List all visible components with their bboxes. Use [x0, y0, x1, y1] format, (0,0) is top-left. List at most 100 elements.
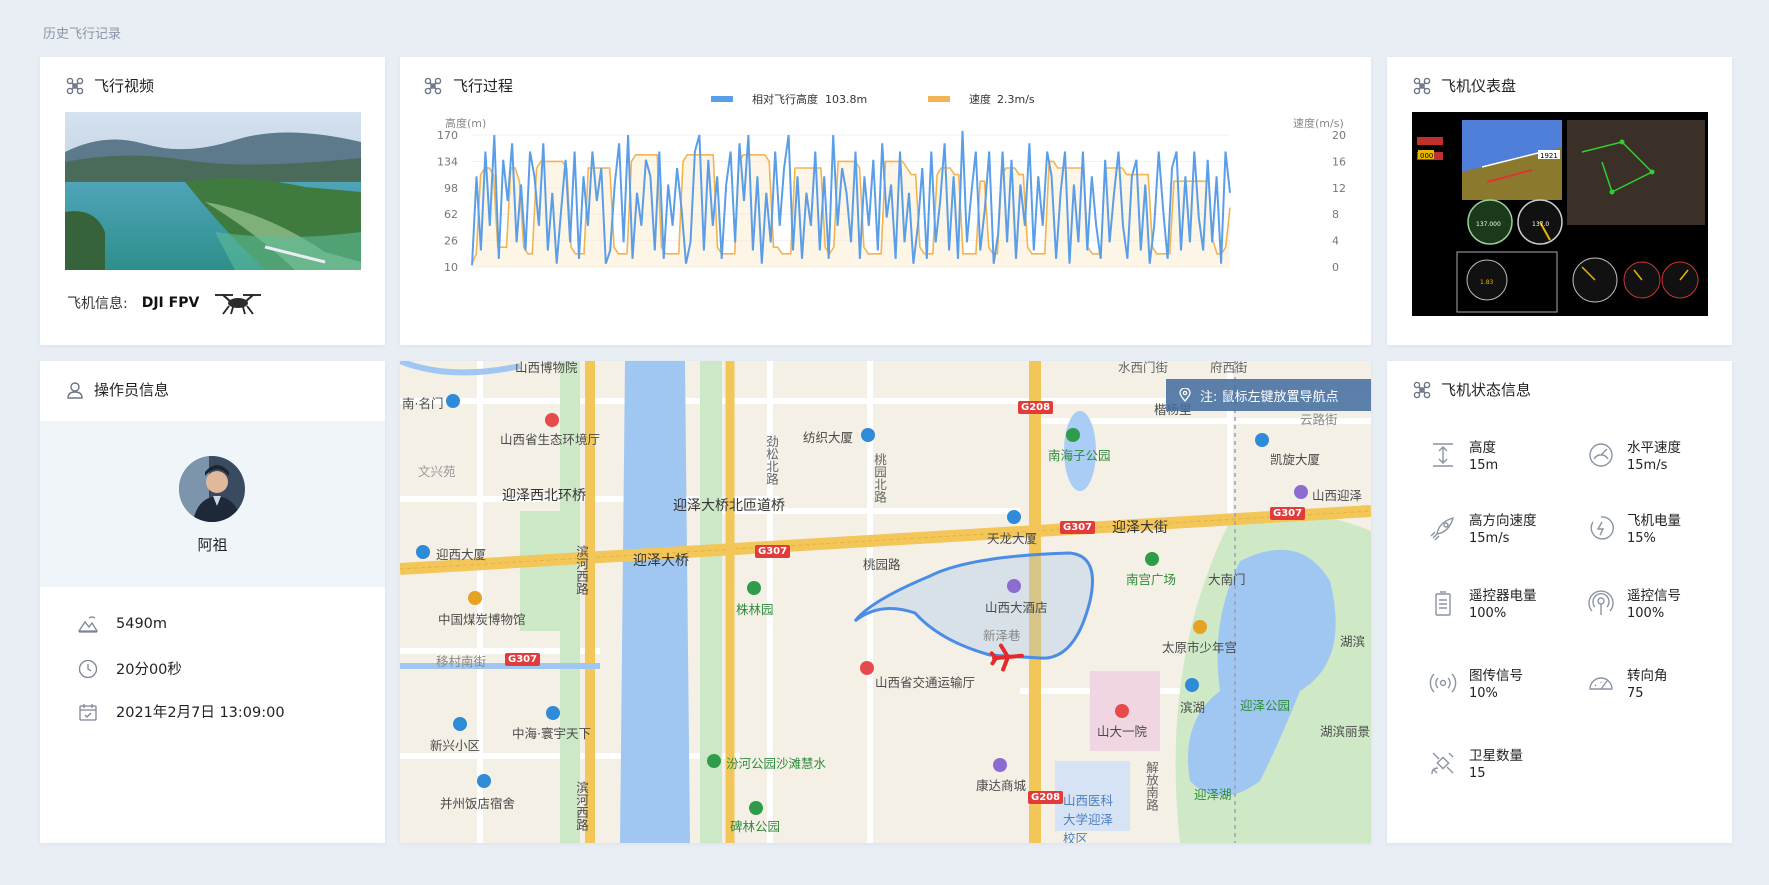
flight-map[interactable]: 山西博物院 山西省生态环境厅 文兴苑 迎泽西北环桥 迎西大厦 中国煤炭博物馆 移… — [400, 361, 1371, 843]
status-horizontal-speed: 水平速度 15m/s — [1587, 439, 1681, 475]
map-label: 汾河公园沙滩慧水 — [726, 756, 827, 771]
calendar-icon — [79, 703, 97, 721]
road-tag: G208 — [1018, 401, 1054, 414]
status-value: 100% — [1469, 606, 1507, 621]
map-label: 迎西大厦 — [436, 547, 487, 562]
breadcrumb: 历史飞行记录 — [43, 27, 122, 42]
status-remote-signal: 遥控信号 100% — [1587, 587, 1681, 623]
legend-label-speed: 速度 — [969, 92, 991, 106]
card-title: 操作员信息 — [66, 379, 169, 400]
map-hint-banner: 注: 鼠标左键放置导航点 — [1166, 379, 1371, 411]
y-tick-left: 170 — [437, 129, 458, 142]
aircraft-label: 飞机信息: — [67, 296, 128, 312]
map-label: 迎泽大桥 — [633, 553, 689, 569]
speedometer-icon — [1589, 443, 1613, 467]
hud-readout: 137.0 — [1532, 221, 1549, 228]
hud-readout: 137.000 — [1476, 221, 1501, 228]
status-key: 遥控器电量 — [1469, 588, 1537, 604]
map-label: 迎泽西北环桥 — [502, 488, 586, 504]
y-tick-left: 62 — [444, 208, 458, 221]
remote-battery-icon — [1435, 591, 1451, 616]
map-label: 山西博物院 — [515, 361, 578, 375]
y-tick-left: 10 — [444, 261, 458, 274]
map-label: 迎泽公园 — [1240, 698, 1291, 713]
map-label: 山西省交通运输厅 — [875, 675, 976, 690]
map-label: 凯旋大厦 — [1270, 452, 1321, 467]
status-remote-battery: 遥控器电量 100% — [1429, 587, 1537, 623]
status-value: 15% — [1627, 531, 1656, 546]
legend-swatch-speed — [928, 96, 950, 102]
status-satellite-count: 卫星数量 15 — [1429, 747, 1523, 783]
remote-signal-icon — [1588, 590, 1614, 615]
map-label: 湖滨丽景 — [1320, 724, 1371, 739]
map-label: 府西街 — [1210, 361, 1248, 375]
card-title: 飞机状态信息 — [1413, 379, 1531, 400]
flight-process-chart: 飞行过程 相对飞行高度 103.8m 速度 2.3m/s 高度(m) 速度(m/… — [424, 77, 1346, 274]
map-label: 迎泽湖 — [1194, 787, 1232, 802]
flight-distance: 5490m — [116, 616, 168, 632]
legend-value-altitude: 103.8m — [825, 93, 867, 106]
status-steering-angle: 转向角 75 — [1587, 667, 1668, 703]
map-label: 南·名门 — [402, 396, 444, 411]
legend-swatch-altitude — [711, 96, 733, 102]
legend-value-speed: 2.3m/s — [997, 93, 1035, 106]
card-title-text: 飞机状态信息 — [1441, 381, 1532, 399]
drone-image-icon — [215, 294, 262, 315]
map-label: 中国煤炭博物馆 — [438, 612, 526, 627]
y-tick-right: 12 — [1332, 182, 1346, 195]
card-title-text: 飞机仪表盘 — [1441, 77, 1517, 95]
card-title: 飞行视频 — [66, 75, 154, 96]
map-label: 株林园 — [736, 602, 774, 617]
status-key: 水平速度 — [1627, 440, 1681, 456]
hud-readout: 1.83 — [1480, 279, 1494, 286]
y-tick-right: 20 — [1332, 129, 1346, 142]
status-aircraft-battery: 飞机电量 15% — [1587, 512, 1681, 548]
distance-row: 5490m — [78, 615, 167, 633]
map-label: 碑林公园 — [730, 819, 781, 834]
map-label: 山西医科大学迎泽校区 — [1063, 793, 1114, 843]
mini-map — [1567, 120, 1705, 225]
satellite-icon — [1431, 752, 1454, 775]
map-label: 云路街 — [1300, 412, 1338, 427]
rocket-icon — [1430, 516, 1455, 541]
map-label: 移村南街 — [436, 654, 487, 669]
map-label: 山大一院 — [1097, 724, 1148, 739]
aircraft-dashboard-card: 飞机仪表盘 000 1921 137.000 137.0 1.83 — [1387, 57, 1732, 345]
battery-charge-icon — [1590, 516, 1614, 540]
map-label: 水西门街 — [1118, 361, 1169, 375]
map-label: 迎泽大桥北匝道桥 — [673, 498, 785, 514]
road-tag: G208 — [1028, 791, 1064, 804]
operator-name: 阿祖 — [197, 536, 228, 554]
flight-video-thumbnail[interactable] — [65, 112, 361, 270]
user-icon — [67, 381, 83, 399]
hud-readout: 000 — [1420, 152, 1433, 160]
drone-icon — [424, 77, 442, 95]
map-label: 太原市少年宫 — [1162, 640, 1238, 655]
hud-button — [1417, 137, 1443, 145]
map-label: 山西省生态环境厅 — [500, 432, 601, 447]
video-signal-icon — [1429, 673, 1457, 693]
card-title-text: 飞行过程 — [453, 77, 513, 95]
location-icon — [1179, 388, 1191, 402]
status-altitude: 高度 15m — [1429, 439, 1498, 475]
status-video-signal: 图传信号 10% — [1429, 667, 1523, 703]
drone-icon — [66, 77, 84, 94]
map-label: 南海子公园 — [1048, 448, 1111, 463]
map-label: 劲松北路 — [764, 435, 779, 485]
map-label: 大南门 — [1208, 572, 1246, 587]
y-tick-right: 4 — [1332, 235, 1339, 248]
card-title-text: 操作员信息 — [94, 381, 170, 399]
y-tick-right: 8 — [1332, 208, 1339, 221]
status-value: 75 — [1627, 686, 1644, 701]
datetime-row: 2021年2月7日 13:09:00 — [78, 701, 285, 722]
flight-process-card: 飞行过程 相对飞行高度 103.8m 速度 2.3m/s 高度(m) 速度(m/… — [400, 57, 1371, 345]
clock-icon — [78, 659, 98, 678]
map-label: 中海·寰宇天下 — [512, 726, 591, 741]
status-value: 15 — [1469, 766, 1486, 781]
map-label: 纺织大厦 — [803, 430, 854, 445]
drone-icon — [1413, 77, 1431, 94]
road-tag: G307 — [755, 545, 791, 558]
flight-video-card: 飞行视频 飞机信息: DJI FPV — [40, 57, 385, 345]
status-key: 遥控信号 — [1627, 588, 1681, 604]
duration-row: 20分00秒 — [78, 658, 182, 679]
